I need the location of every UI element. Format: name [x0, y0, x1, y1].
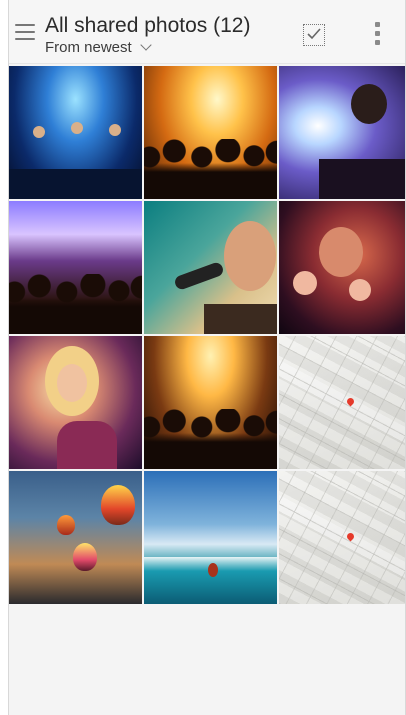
sort-label: From newest [45, 39, 132, 56]
photo-man-singing-crowd[interactable] [279, 201, 405, 334]
hamburger-menu-icon[interactable] [15, 24, 35, 42]
photo-concert-crowd-purple-lights[interactable] [9, 201, 142, 334]
page-title: All shared photos (12) [45, 14, 251, 37]
photo-surfer-wave[interactable] [144, 471, 277, 604]
photo-grid [9, 66, 405, 604]
photo-woman-singing-microphone[interactable] [9, 336, 142, 469]
chevron-down-icon [140, 39, 152, 51]
select-all-checkbox-icon[interactable] [303, 24, 325, 46]
gallery-screen: All shared photos (12) From newest [8, 0, 406, 715]
sort-dropdown[interactable]: From newest [45, 39, 152, 56]
photo-concert-crowd-orange-lights[interactable] [144, 66, 277, 199]
more-vertical-icon[interactable] [373, 22, 381, 48]
photo-concert-crowd-hands-up[interactable] [144, 336, 277, 469]
app-header: All shared photos (12) From newest [9, 0, 405, 64]
photo-hot-air-balloons[interactable] [9, 471, 142, 604]
photo-man-singing-microphone[interactable] [144, 201, 277, 334]
photo-dj-with-headphones[interactable] [279, 66, 405, 199]
photo-band-on-stage[interactable] [9, 66, 142, 199]
photo-3d-city-map[interactable] [279, 336, 405, 469]
photo-3d-city-map-2[interactable] [279, 471, 405, 604]
